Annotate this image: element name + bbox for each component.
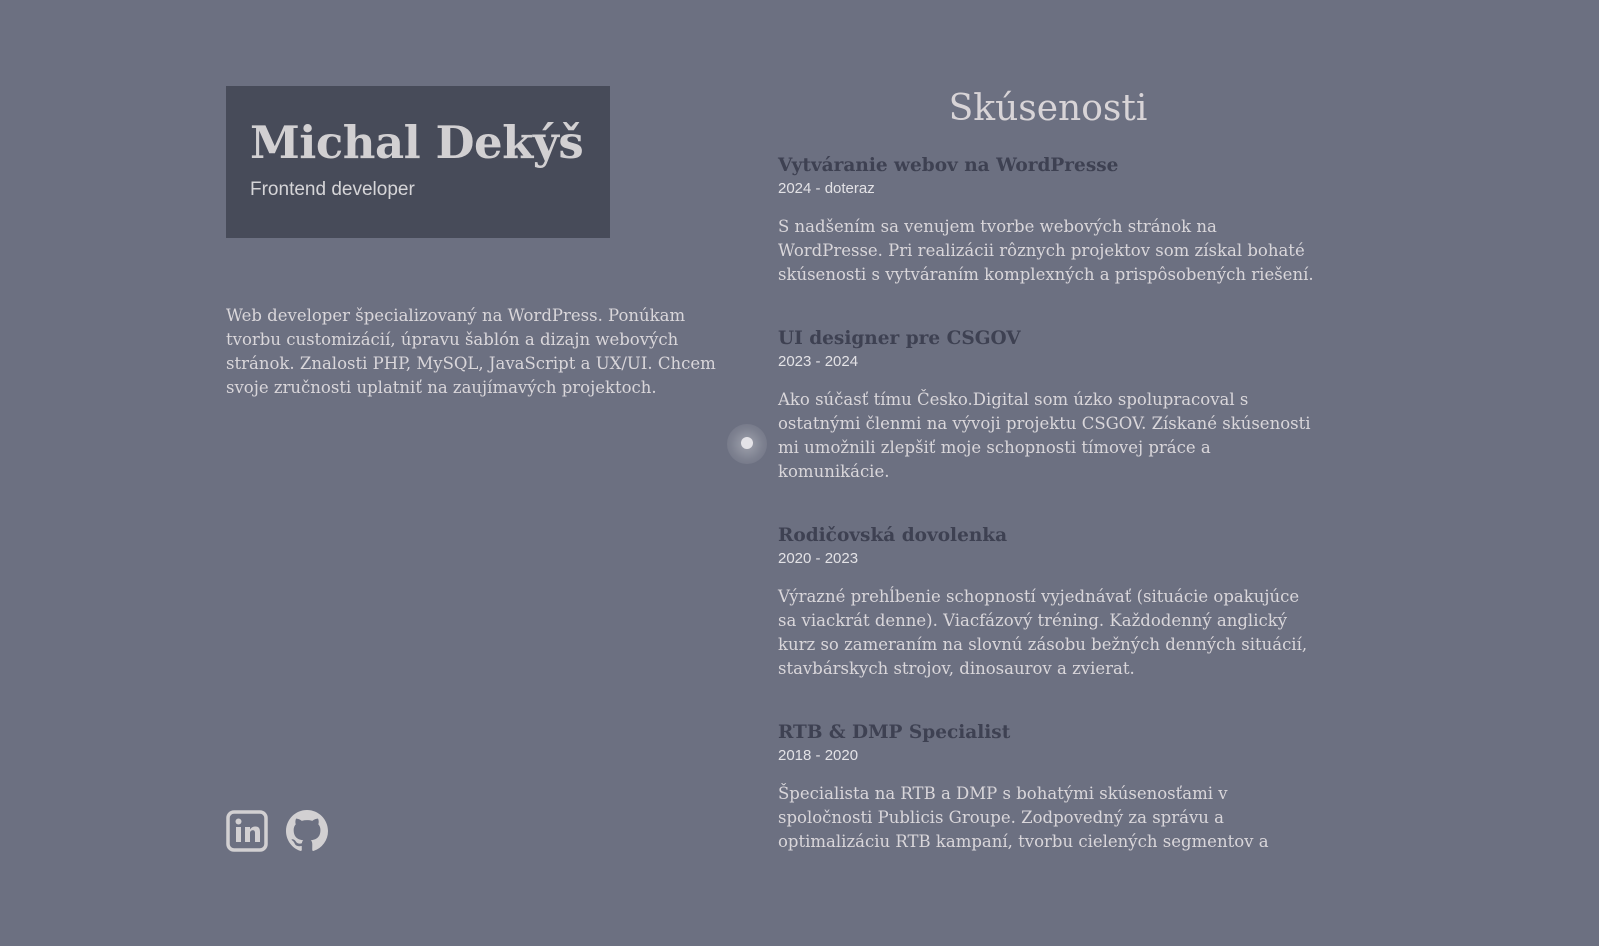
job-item: Vytváranie webov na WordPresse 2024 - do…: [778, 154, 1318, 287]
job-description: Výrazné prehĺbenie schopností vyjednávať…: [778, 587, 1308, 678]
job-period: 2023 - 2024: [778, 353, 859, 370]
job-period: 2020 - 2023: [778, 550, 859, 567]
github-icon: [286, 810, 328, 851]
github-link[interactable]: [286, 810, 328, 852]
job-title: RTB & DMP Specialist: [778, 722, 1011, 743]
job-description: Ako súčasť tímu Česko.Digital som úzko s…: [778, 390, 1311, 481]
profile-bio: Web developer špecializovaný na WordPres…: [226, 306, 716, 397]
linkedin-icon: [226, 810, 268, 852]
job-description: Špecialista na RTB a DMP s bohatými skús…: [778, 784, 1269, 851]
job-title: Rodičovská dovolenka: [778, 525, 1008, 546]
profile-name: Michal Dekýš: [250, 116, 584, 169]
social-links: [226, 810, 328, 852]
job-item: UI designer pre CSGOV 2023 - 2024 Ako sú…: [778, 327, 1318, 484]
job-title: UI designer pre CSGOV: [778, 328, 1021, 349]
job-item: Rodičovská dovolenka 2020 - 2023 Výrazné…: [778, 524, 1318, 681]
profile-role: Frontend developer: [250, 179, 415, 200]
job-description: S nadšením sa venujem tvorbe webových st…: [778, 217, 1314, 284]
profile-column: Michal Dekýš Frontend developer Web deve…: [226, 86, 736, 417]
name-card: Michal Dekýš Frontend developer: [226, 86, 610, 238]
experience-column: Skúsenosti Vytváranie webov na WordPress…: [778, 86, 1318, 854]
linkedin-link[interactable]: [226, 810, 268, 852]
job-period: 2024 - doteraz: [778, 180, 875, 197]
job-title: Vytváranie webov na WordPresse: [778, 155, 1119, 176]
experience-title: Skúsenosti: [948, 88, 1148, 129]
cursor-dot: [741, 437, 753, 449]
job-item: RTB & DMP Specialist 2018 - 2020 Špecial…: [778, 721, 1318, 854]
job-period: 2018 - 2020: [778, 747, 859, 764]
